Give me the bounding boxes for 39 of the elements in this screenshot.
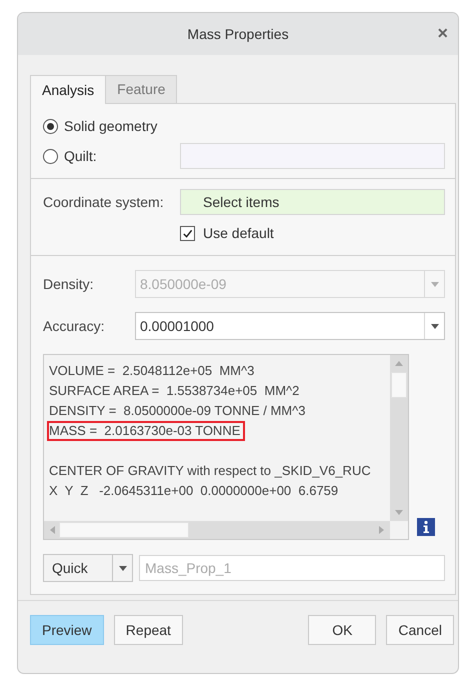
caret-icon (430, 324, 438, 328)
result-line: VOLUME = 2.5048112e+05 MM^3 (48, 362, 256, 380)
scroll-right-icon[interactable] (379, 526, 384, 534)
mode-dropdown[interactable]: Quick (43, 554, 133, 582)
result-line: CENTER OF GRAVITY with respect to _SKID_V6_RUC (48, 462, 372, 480)
dialog-button[interactable]: Cancel (386, 615, 454, 645)
checkbox[interactable] (180, 226, 195, 240)
radio-button[interactable] (43, 118, 58, 134)
name-input-field[interactable]: Mass_Prop_1 (139, 555, 445, 581)
dropdown[interactable]: 0.00001000 (135, 312, 445, 340)
info-icon[interactable] (417, 518, 435, 536)
tab[interactable]: Feature (106, 75, 178, 103)
scroll-up-icon[interactable] (395, 361, 403, 366)
vertical-scrollbar[interactable] (390, 355, 408, 521)
field-label: Accuracy: (43, 318, 106, 334)
caret-icon (118, 566, 126, 570)
scroll-thumb[interactable] (59, 522, 189, 538)
radio-label: Solid geometry (64, 118, 158, 134)
dialog-button[interactable]: Preview (30, 615, 104, 645)
close-button[interactable]: × (433, 23, 452, 44)
radio-button[interactable] (43, 148, 58, 164)
caret-icon (430, 282, 438, 286)
horizontal-scrollbar[interactable] (44, 521, 390, 539)
input-field[interactable] (180, 143, 445, 169)
scroll-down-icon[interactable] (395, 510, 403, 515)
result-line: SURFACE AREA = 1.5538734e+05 MM^2 (48, 382, 300, 400)
result-line: X Y Z -2.0645311e+00 0.0000000e+00 6.6759 (48, 482, 340, 500)
radio-label: Quilt: (64, 148, 97, 164)
select-items-field[interactable]: Select items (180, 189, 445, 215)
dialog-button[interactable]: OK (308, 615, 376, 645)
scroll-left-icon[interactable] (50, 526, 55, 534)
field-label: Coordinate system: (43, 194, 165, 210)
window-title: Mass Properties (187, 26, 289, 42)
result-line: DENSITY = 8.0500000e-09 TONNE / MM^3 (48, 402, 306, 420)
tab[interactable]: Analysis (30, 75, 106, 104)
scroll-thumb[interactable] (391, 372, 407, 398)
dialog-button[interactable]: Repeat (114, 615, 183, 645)
checkbox-label: Use default (203, 225, 274, 241)
field-label: Density: (43, 276, 95, 292)
